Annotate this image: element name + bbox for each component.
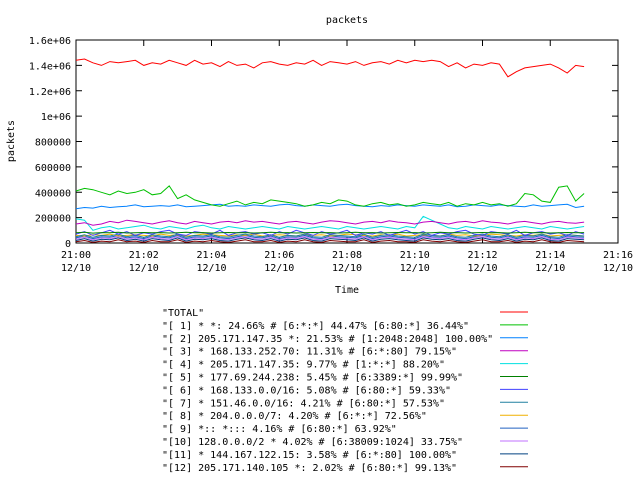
y-tick-label: 1.4e+06 xyxy=(29,61,71,72)
legend-label: "[12] 205.171.140.105 *: 2.02% # [6:80:*… xyxy=(162,463,457,474)
chart: packets packets Time 0 200000 400000 600000… xyxy=(0,0,640,480)
legend-label: "[11] * 144.167.122.15: 3.58% # [6:*:80]… xyxy=(162,450,457,461)
x-axis-label: Time xyxy=(335,285,359,296)
x-tick-label-time: 21:02 xyxy=(129,250,159,261)
y-tick-label: 1.6e+06 xyxy=(29,36,71,47)
y-axis: 0 200000 400000 600000 800000 1e+06 1.2e+06 1.4… xyxy=(29,36,618,250)
legend-label: "[ 8] * 204.0.0.0/7: 4.20% # [6:*:*] 72.… xyxy=(162,411,427,422)
series-line xyxy=(75,219,585,226)
y-tick-label: 800000 xyxy=(35,138,71,149)
x-tick-label-date: 12/10 xyxy=(196,263,226,274)
y-tick-label: 400000 xyxy=(35,188,71,199)
x-tick-label-time: 21:08 xyxy=(332,250,362,261)
x-tick-label-date: 12/10 xyxy=(332,263,362,274)
series-line xyxy=(75,231,585,234)
legend-label: "[ 4] * 205.171.147.35: 9.77% # [1:*:*] … xyxy=(162,360,445,371)
x-tick-label-time: 21:16 xyxy=(603,250,633,261)
legend-label: "[ 2] 205.171.147.35 *: 21.53% # [1:2048… xyxy=(162,334,493,345)
series-line xyxy=(75,215,585,231)
x-tick-label-date: 12/10 xyxy=(61,263,91,274)
legend-label: "[ 9] *:: *::: 4.16% # [6:80:*] 63.92%" xyxy=(162,424,397,435)
plot-area-frame xyxy=(75,39,619,244)
x-tick-label-time: 21:04 xyxy=(196,250,226,261)
legend-label: "[10] 128.0.0.0/2 * 4.02% # [6:38009:102… xyxy=(162,437,463,448)
y-axis-label: packets xyxy=(6,120,17,162)
x-tick-label-date: 12/10 xyxy=(400,263,430,274)
y-tick-label: 600000 xyxy=(35,163,71,174)
chart-title: packets xyxy=(326,15,368,26)
series-lines xyxy=(75,58,585,243)
y-tick-label: 0 xyxy=(65,239,71,250)
x-tick-label-time: 21:00 xyxy=(61,250,91,261)
y-tick-label: 1.2e+06 xyxy=(29,87,71,98)
y-tick-label: 200000 xyxy=(35,214,71,225)
legend-label: "[ 3] * 168.133.252.70: 11.31% # [6:*:80… xyxy=(162,347,457,358)
x-tick-label-date: 12/10 xyxy=(535,263,565,274)
x-tick-label-time: 21:06 xyxy=(264,250,294,261)
legend: "TOTAL" "[ 1] * *: 24.66% # [6:*:*] 44.47… xyxy=(162,308,528,474)
x-tick-label-time: 21:14 xyxy=(535,250,565,261)
series-line xyxy=(75,185,585,207)
x-tick-label-date: 12/10 xyxy=(264,263,294,274)
x-tick-label-date: 12/10 xyxy=(129,263,159,274)
x-tick-label-date: 12/10 xyxy=(467,263,497,274)
legend-label: "[ 7] * 151.46.0.0/16: 4.21% # [6:80:*] … xyxy=(162,398,445,409)
x-tick-label-time: 21:10 xyxy=(400,250,430,261)
series-line xyxy=(75,58,585,78)
series-line xyxy=(75,239,585,243)
legend-label: "TOTAL" xyxy=(162,308,204,319)
x-tick-label-date: 12/10 xyxy=(603,263,633,274)
legend-label: "[ 6] * 168.133.0.0/16: 5.08% # [6:80:*]… xyxy=(162,385,451,396)
y-tick-label: 1e+06 xyxy=(41,112,71,123)
legend-label: "[ 1] * *: 24.66% # [6:*:*] 44.47% [6:80… xyxy=(162,321,469,332)
legend-label: "[ 5] * 177.69.244.238: 5.45% # [6:3389:… xyxy=(162,373,463,384)
x-tick-label-time: 21:12 xyxy=(467,250,497,261)
chart-svg: packets packets Time 0 200000 400000 600000… xyxy=(6,15,633,474)
